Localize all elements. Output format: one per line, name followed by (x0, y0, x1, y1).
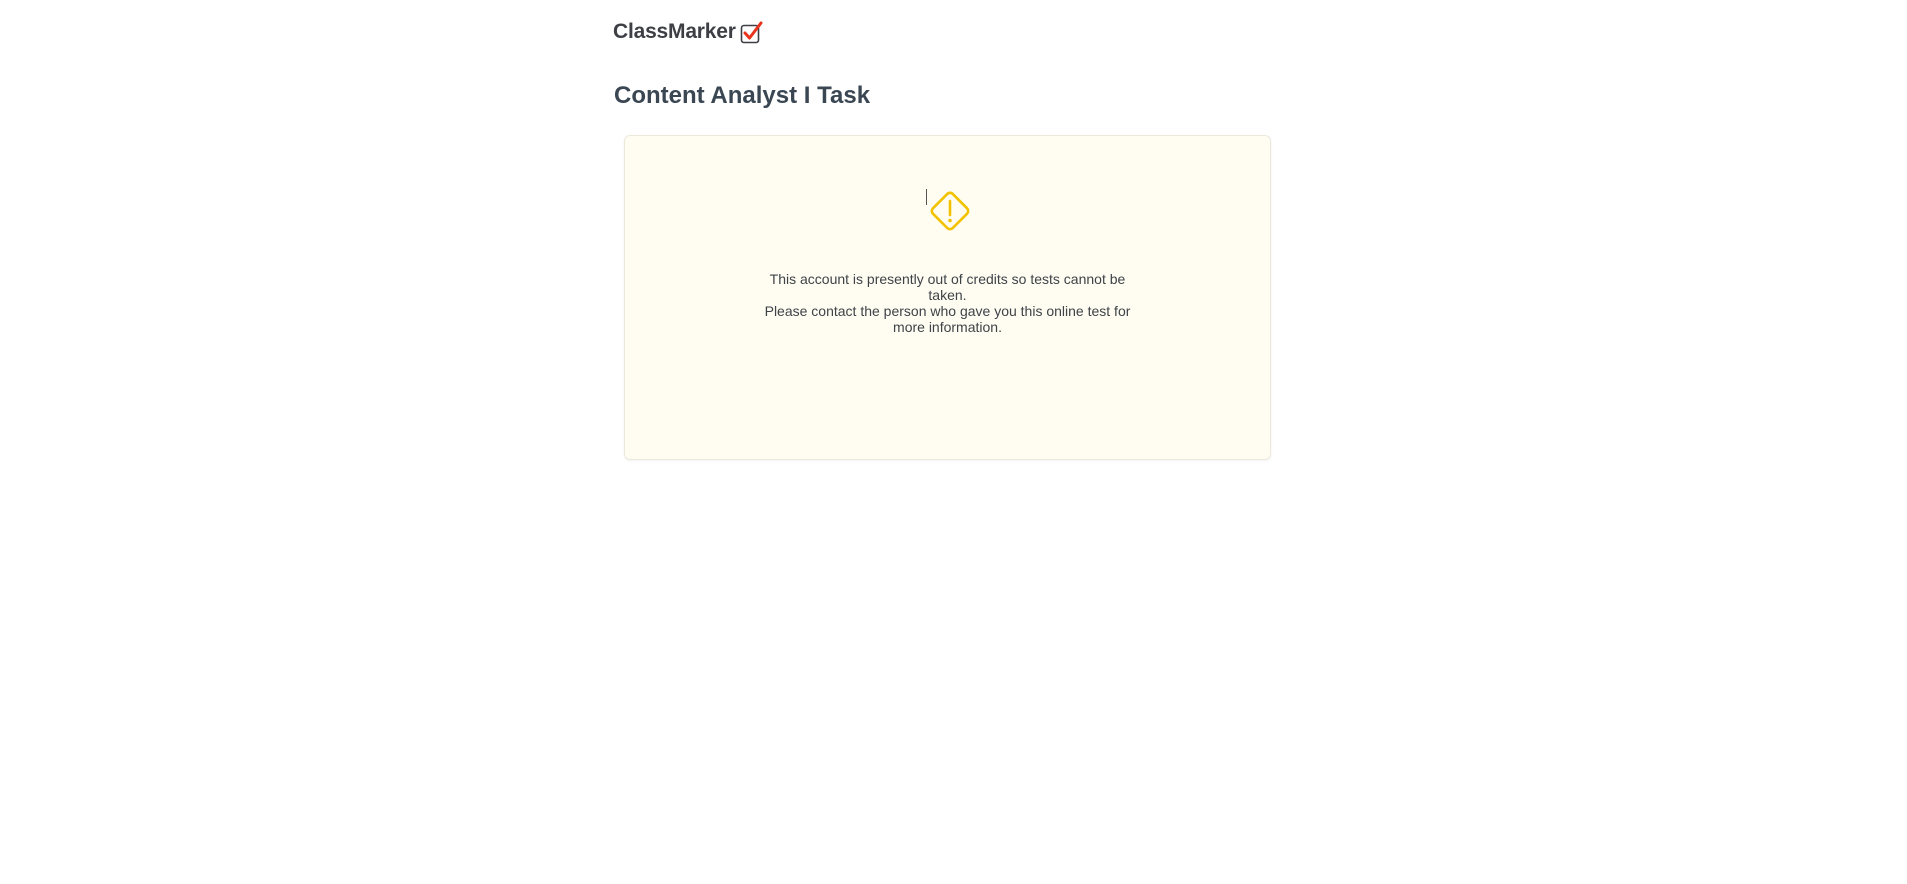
notice-card: This account is presently out of credits… (624, 135, 1271, 460)
notice-message: This account is presently out of credits… (625, 271, 1270, 335)
logo-text: ClassMarker (613, 20, 736, 43)
classmarker-logo[interactable]: ClassMarker (613, 19, 763, 45)
notice-line-contact: Please contact the person who gave you t… (764, 303, 1131, 335)
page-title: Content Analyst I Task (614, 82, 871, 109)
checkbox-check-icon (739, 20, 763, 44)
page: ClassMarker Content Analyst I Task This … (0, 0, 1907, 884)
warning-diamond-icon (926, 187, 974, 235)
notice-line-credits: This account is presently out of credits… (769, 271, 1126, 303)
